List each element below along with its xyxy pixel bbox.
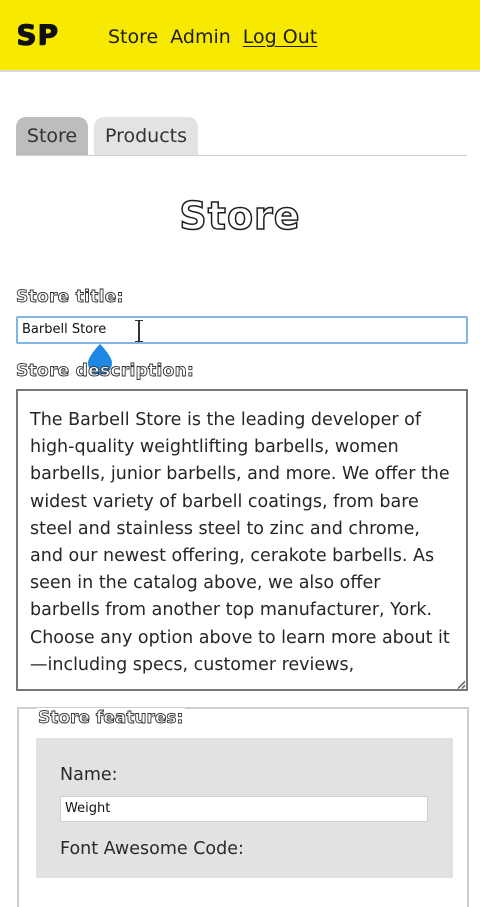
store-title-label: Store title: — [16, 287, 124, 308]
admin-tabs: Store Products — [16, 117, 467, 157]
nav-link-log-out[interactable]: Log Out — [243, 26, 317, 48]
store-description-textarea[interactable]: The Barbell Store is the leading develop… — [16, 389, 468, 691]
feature-name-label: Name: — [60, 765, 118, 785]
main-nav: Store Admin Log Out — [108, 26, 317, 48]
store-title-input[interactable]: Barbell Store — [16, 316, 468, 344]
feature-name-input[interactable]: Weight — [60, 796, 428, 822]
tabs-divider — [16, 155, 467, 156]
tab-products[interactable]: Products — [94, 117, 198, 156]
site-logo[interactable]: SP — [16, 18, 59, 51]
resize-grip-icon[interactable] — [454, 677, 466, 692]
nav-link-store[interactable]: Store — [108, 26, 158, 48]
tab-store[interactable]: Store — [16, 117, 88, 156]
nav-link-admin[interactable]: Admin — [170, 26, 231, 48]
store-description-label: Store description: — [16, 361, 195, 382]
ibeam-cursor-icon — [135, 319, 143, 343]
store-features-legend: Store features: — [36, 708, 186, 728]
page-title: Store — [179, 193, 301, 239]
top-navigation-bar: SP Store Admin Log Out — [0, 0, 480, 72]
font-awesome-code-label: Font Awesome Code: — [60, 839, 244, 859]
